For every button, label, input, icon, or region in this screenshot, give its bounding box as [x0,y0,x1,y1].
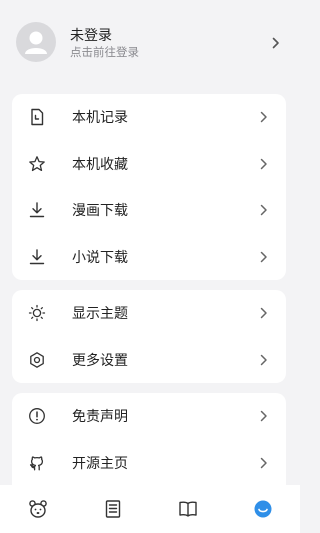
menu-item-open-source[interactable]: 开源主页 [12,440,286,487]
menu-item-label: 小说下载 [72,249,128,266]
settings-hexagon-icon [30,351,44,368]
user-icon [25,31,47,54]
bottom-tab-bar [0,485,300,533]
menu-item-novel-downloads[interactable]: 小说下载 [12,234,286,281]
chevron-right-icon [260,205,267,216]
chevron-right-icon [260,112,267,123]
tab-home[interactable] [0,485,75,533]
menu-item-local-history[interactable]: 本机记录 [12,94,286,141]
tab-list[interactable] [75,485,150,533]
menu-item-comic-downloads[interactable]: 漫画下载 [12,187,286,234]
menu-item-disclaimer[interactable]: 免责声明 [12,393,286,440]
sun-theme-icon [28,305,46,322]
list-doc-icon [105,500,120,518]
chevron-right-icon [260,411,267,422]
menu-item-more-settings[interactable]: 更多设置 [12,337,286,384]
github-icon [29,456,44,471]
profile-header[interactable]: 未登录 点击前往登录 [0,0,300,86]
history-doc-icon [31,109,44,126]
download-icon [29,249,45,264]
profile-smile-icon [254,500,271,518]
menu-item-label: 显示主题 [72,306,128,323]
star-icon [29,155,45,171]
menu-card-about: 免责声明 开源主页 [12,393,286,485]
menu-item-label: 更多设置 [72,352,128,369]
menu-item-label: 本机收藏 [72,156,128,173]
profile-name: 未登录 [70,28,112,44]
bear-icon [28,500,47,518]
avatar [16,22,56,62]
menu-item-label: 开源主页 [72,455,128,472]
chevron-right-icon [260,158,267,169]
chevron-right-icon [260,308,267,319]
alert-circle-icon [29,408,45,425]
menu-card-settings: 显示主题 更多设置 [12,290,286,383]
chevron-right-icon [260,354,267,365]
profile-subtitle: 点击前往登录 [70,45,139,59]
menu-item-label: 本机记录 [72,110,128,127]
menu-item-label: 免责声明 [72,409,128,426]
menu-item-label: 漫画下载 [72,203,128,220]
download-icon [29,202,45,218]
tab-books[interactable] [150,485,225,533]
chevron-right-icon [260,251,267,262]
chevron-right-icon [260,457,267,468]
book-icon [178,501,197,517]
tab-profile[interactable] [225,485,300,533]
menu-item-local-favorites[interactable]: 本机收藏 [12,141,286,188]
chevron-right-icon [272,37,279,49]
menu-card-records: 本机记录 本机收藏 漫画下载 小说下载 [12,94,286,280]
menu-item-theme[interactable]: 显示主题 [12,290,286,337]
